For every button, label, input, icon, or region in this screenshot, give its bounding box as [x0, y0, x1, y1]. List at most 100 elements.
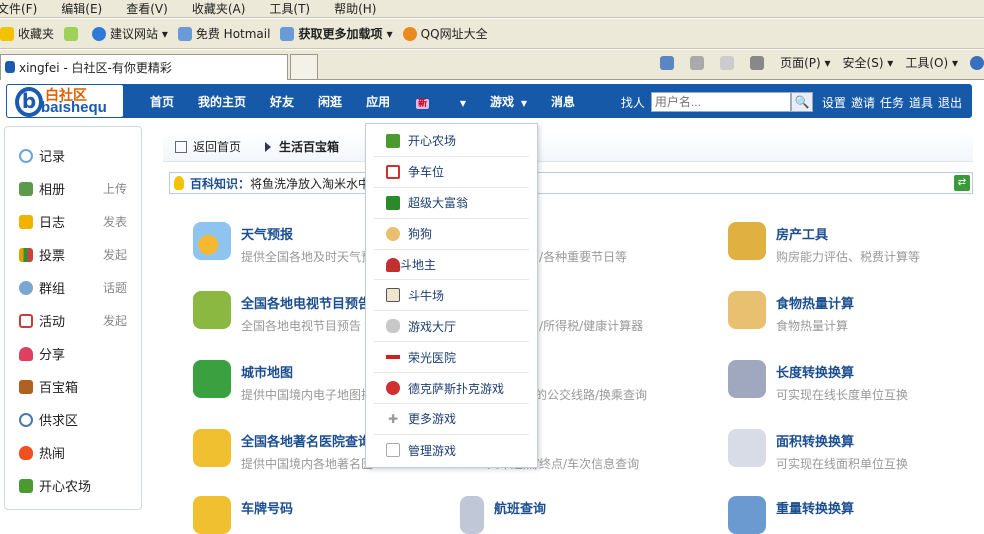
sidebar-item-group[interactable]: 群组 话题	[5, 271, 141, 304]
menu-item-manage-games[interactable]: 管理游戏	[374, 435, 529, 466]
sidebar-item-label: 热闹	[39, 447, 66, 462]
link-invite[interactable]: 邀请	[851, 96, 875, 110]
tool-item[interactable]: 面积转换换算 可实现在线面积单位互换	[728, 429, 908, 472]
link-tasks[interactable]: 任务	[880, 96, 904, 110]
tool-item[interactable]: 长度转换换算 可实现在线长度单位互换	[728, 360, 908, 403]
menu-item-game-hall[interactable]: 游戏大厅	[374, 311, 529, 343]
menu-view[interactable]: 查看(V)	[126, 0, 168, 17]
nav-apps[interactable]: 应用 新	[366, 93, 466, 110]
menu-tools[interactable]: 工具(T)	[269, 0, 310, 17]
refresh-icon[interactable]: ⇄	[954, 175, 970, 191]
pen-paper-icon	[728, 429, 766, 467]
site-logo[interactable]: b 白社区 baishequ	[6, 84, 124, 118]
sidebar-item-poll[interactable]: 投票 发起	[5, 238, 141, 271]
nav-friends[interactable]: 好友	[270, 93, 294, 110]
link-logout[interactable]: 退出	[938, 96, 962, 110]
menu-item-dog[interactable]: 狗狗	[374, 219, 529, 250]
menu-item-bullfight[interactable]: 斗牛场	[374, 280, 529, 312]
fav-link-addons[interactable]: 获取更多加载项 ▾	[280, 25, 393, 42]
tool-title: 面积转换换算	[776, 435, 855, 450]
new-tab-button[interactable]	[290, 53, 318, 80]
nav-browse[interactable]: 闲逛	[318, 93, 342, 110]
menu-item-landlord[interactable]: 斗地主	[374, 250, 529, 281]
china-map-icon	[193, 360, 231, 398]
browser-tab[interactable]: xingfei - 白社区-有你更精彩	[0, 53, 288, 80]
sidebar-item-hot[interactable]: 热闹	[5, 436, 141, 469]
fav-link-suggested[interactable]: 建议网站 ▾	[92, 25, 168, 42]
link-items[interactable]: 道具	[909, 96, 933, 110]
nav-messages[interactable]: 消息	[551, 93, 575, 110]
tool-item[interactable]: 房产工具 购房能力评估、税费计算等	[728, 222, 920, 265]
safety-menu[interactable]: 安全(S) ▾	[843, 54, 894, 71]
search-button[interactable]: 🔍	[790, 92, 813, 112]
tool-item[interactable]: 全国各地电视节目预告 全国各地电视节目预告	[193, 291, 371, 334]
menu-item-hospital[interactable]: 荣光医院	[374, 342, 529, 374]
menu-item-label: 超级大富翁	[408, 196, 469, 211]
scale-icon	[728, 496, 766, 534]
menu-file[interactable]: 文件(F)	[0, 0, 37, 17]
sidebar-item-toolbox[interactable]: 百宝箱	[5, 370, 141, 403]
nav-games[interactable]: 游戏	[490, 93, 527, 110]
sidebar-item-action[interactable]: 话题	[103, 279, 127, 296]
firefox-icon	[402, 26, 417, 41]
page-menu[interactable]: 页面(P) ▾	[780, 54, 830, 71]
print-icon[interactable]	[750, 55, 765, 70]
tv-icon	[193, 291, 231, 329]
heart-icon	[19, 346, 33, 361]
tool-item[interactable]: 城市地图 提供中国境内电子地图搜	[193, 360, 373, 403]
feeds-icon[interactable]	[690, 55, 705, 70]
fav-link-hotmail[interactable]: 免费 Hotmail	[177, 25, 270, 42]
favorites-bar: 收藏夹 建议网站 ▾ 免费 Hotmail 获取更多加载项 ▾ QQ网址大全	[0, 19, 984, 49]
menu-item-monopoly[interactable]: 超级大富翁	[374, 188, 529, 219]
bull-icon	[386, 288, 400, 303]
tools-menu[interactable]: 工具(O) ▾	[905, 54, 958, 71]
back-home-link[interactable]: 返回首页	[193, 138, 241, 155]
sidebar-item-record[interactable]: 记录	[5, 139, 141, 172]
fav-link-qq[interactable]: QQ网址大全	[402, 25, 488, 42]
nav-home[interactable]: 首页	[150, 93, 174, 110]
tool-item[interactable]: 食物热量计算 食物热量计算	[728, 291, 854, 334]
menu-item-more-games[interactable]: ✚ 更多游戏	[374, 404, 529, 435]
help-icon[interactable]	[970, 55, 984, 70]
fav-link-label: 获取更多加载项 ▾	[298, 27, 393, 41]
menu-item-happy-farm[interactable]: 开心农场	[374, 126, 529, 157]
tool-item[interactable]: 重量转换换算	[728, 496, 854, 534]
tool-item[interactable]: 车牌号码	[193, 496, 293, 534]
favorites-button[interactable]: 收藏夹	[0, 25, 54, 42]
tool-item[interactable]: 航班查询	[460, 496, 546, 534]
ie-icon	[92, 26, 107, 41]
lightbulb-icon	[174, 176, 184, 190]
breadcrumb-current: 生活百宝箱	[279, 140, 340, 154]
menu-favorites[interactable]: 收藏夹(A)	[192, 0, 246, 17]
nav-my-home[interactable]: 我的主页	[198, 93, 246, 110]
sidebar-item-market[interactable]: 供求区	[5, 403, 141, 436]
tool-item[interactable]: 全国各地著名医院查询 提供中国境内各地著名医	[193, 429, 373, 472]
home-icon[interactable]	[660, 55, 675, 70]
sidebar-item-farm[interactable]: 开心农场	[5, 469, 141, 502]
mail-icon[interactable]	[720, 55, 735, 70]
menu-item-label: 更多游戏	[408, 412, 457, 427]
tool-item[interactable]: 天气预报 提供全国各地及时天气预	[193, 222, 373, 265]
sidebar-item-album[interactable]: 相册 上传	[5, 172, 141, 205]
tool-title: 长度转换换算	[776, 366, 855, 381]
sidebar-item-blog[interactable]: 日志 发表	[5, 205, 141, 238]
sidebar-item-action[interactable]: 上传	[103, 180, 127, 197]
sidebar-item-action[interactable]: 发起	[103, 312, 127, 329]
sidebar-item-action[interactable]: 发起	[103, 246, 127, 263]
menu-item-poker[interactable]: 德克萨斯扑克游戏	[374, 373, 529, 405]
tab-title: xingfei - 白社区-有你更精彩	[19, 60, 172, 75]
sidebar-item-share[interactable]: 分享	[5, 337, 141, 370]
tool-desc: 提供全国各地及时天气预	[241, 250, 374, 264]
add-favorite-button[interactable]	[64, 26, 82, 41]
menu-item-parking[interactable]: 争车位	[374, 157, 529, 188]
link-settings[interactable]: 设置	[822, 96, 846, 110]
tip-text: 将鱼洗净放入淘米水中	[250, 176, 371, 191]
dog-icon	[386, 226, 400, 241]
sidebar-item-event[interactable]: 活动 发起	[5, 304, 141, 337]
search-input[interactable]	[650, 92, 791, 112]
menu-edit[interactable]: 编辑(E)	[61, 0, 102, 17]
menu-help[interactable]: 帮助(H)	[334, 0, 376, 17]
plus-icon: ✚	[387, 411, 399, 426]
flame-icon	[19, 445, 33, 460]
sidebar-item-action[interactable]: 发表	[103, 213, 127, 230]
